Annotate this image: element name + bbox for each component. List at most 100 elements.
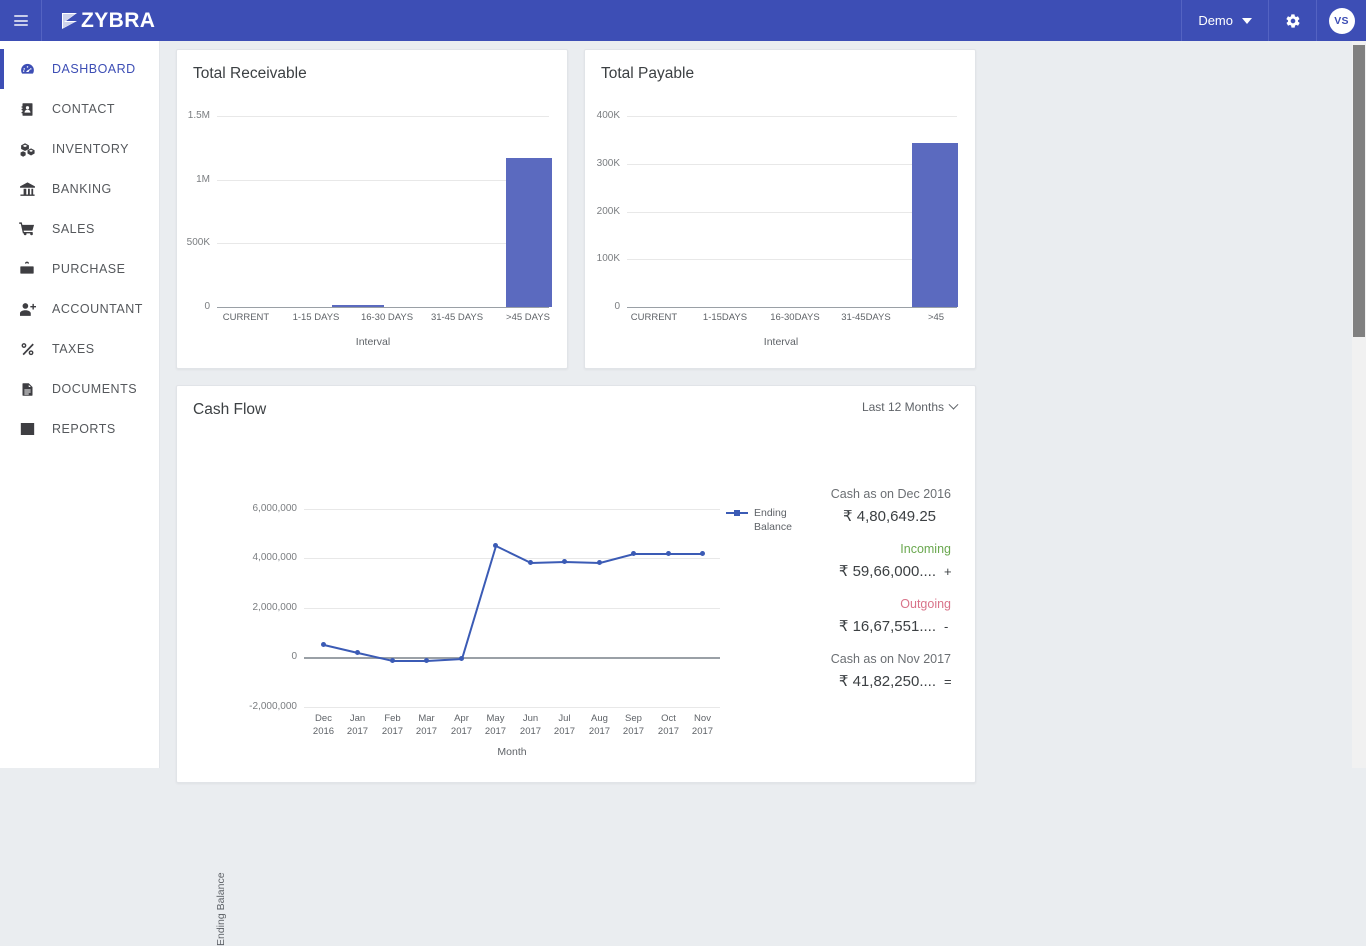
total-payable-card: Total Payable 400K 300K 200K 100K 0 CURR… xyxy=(584,49,976,369)
summary-operator: = xyxy=(944,674,951,689)
shopping-cart-icon xyxy=(16,221,38,238)
sidebar-navigation: DASHBOARD CONTACT INVENTORY BANKING SALE… xyxy=(0,41,160,768)
organization-name: Demo xyxy=(1198,13,1233,28)
gridline xyxy=(627,116,957,117)
data-point[interactable] xyxy=(390,658,395,663)
summary-operator: - xyxy=(944,619,951,634)
contact-book-icon xyxy=(16,101,38,118)
sidebar-item-label: DASHBOARD xyxy=(52,62,136,76)
data-point[interactable] xyxy=(666,551,671,556)
x-tick-label: 16-30DAYS xyxy=(762,312,828,323)
data-point[interactable] xyxy=(528,560,533,565)
briefcase-icon xyxy=(16,261,38,277)
data-point[interactable] xyxy=(321,642,326,647)
sidebar-item-dashboard[interactable]: DASHBOARD xyxy=(0,49,159,89)
topbar-actions: Demo VS xyxy=(1181,0,1366,41)
gridline xyxy=(627,212,957,213)
sidebar-item-accountant[interactable]: ACCOUNTANT xyxy=(0,289,159,329)
data-point[interactable] xyxy=(562,559,567,564)
total-payable-chart: 400K 300K 200K 100K 0 CURRENT 1-15DAYS 1… xyxy=(585,50,975,368)
summary-operator: + xyxy=(944,564,951,579)
dashboard-main-content: Total Receivable 1.5M 1M 500K 0 CURR xyxy=(160,41,1366,768)
x-axis-line xyxy=(217,307,549,308)
settings-button[interactable] xyxy=(1268,0,1316,41)
sidebar-item-inventory[interactable]: INVENTORY xyxy=(0,129,159,169)
y-tick-label: 300K xyxy=(585,158,620,169)
top-charts-row: Total Receivable 1.5M 1M 500K 0 CURR xyxy=(176,49,1350,369)
x-tick-label: 1-15 DAYS xyxy=(283,312,349,323)
x-tick-label: 1-15DAYS xyxy=(692,312,758,323)
sidebar-item-label: SALES xyxy=(52,222,95,236)
summary-caption: Cash as on Dec 2016 xyxy=(766,486,951,502)
bar-over-45-days[interactable] xyxy=(506,158,552,307)
y-tick-label: 0 xyxy=(585,301,620,312)
x-tick-label: 31-45 DAYS xyxy=(424,312,490,323)
user-plus-icon xyxy=(16,301,38,318)
y-tick-label: 500K xyxy=(177,237,210,248)
sidebar-item-sales[interactable]: SALES xyxy=(0,209,159,249)
y-tick-label: 1M xyxy=(177,174,210,185)
hamburger-menu-icon[interactable] xyxy=(0,0,41,41)
summary-caption: Outgoing xyxy=(766,596,951,612)
total-receivable-chart: 1.5M 1M 500K 0 CURRENT 1-15 DAYS 16-30 D… xyxy=(177,50,567,368)
y-tick-label: 200K xyxy=(585,206,620,217)
summary-amount: ₹ 16,67,551.... xyxy=(839,617,936,635)
x-tick-label: >45 xyxy=(903,312,969,323)
document-icon xyxy=(16,381,38,398)
x-axis-title: Interval xyxy=(585,336,977,348)
top-navigation-bar: ZYBRA Demo VS xyxy=(0,0,1366,41)
summary-incoming: Incoming ₹ 59,66,000.... + xyxy=(766,541,951,580)
app-logo-text: ZYBRA xyxy=(81,9,155,33)
summary-opening-balance: Cash as on Dec 2016 ₹ 4,80,649.25 xyxy=(766,486,951,525)
x-tick-year: 2017 xyxy=(680,726,725,737)
organization-switcher[interactable]: Demo xyxy=(1181,0,1268,41)
summary-outgoing: Outgoing ₹ 16,67,551.... - xyxy=(766,596,951,635)
data-point[interactable] xyxy=(597,560,602,565)
x-tick-label: >45 DAYS xyxy=(495,312,561,323)
percent-icon xyxy=(16,341,38,358)
sidebar-item-reports[interactable]: REPORTS xyxy=(0,409,159,449)
user-menu[interactable]: VS xyxy=(1316,0,1366,41)
bar-over-45[interactable] xyxy=(912,143,958,307)
data-point[interactable] xyxy=(424,658,429,663)
hamburger-icon xyxy=(14,13,28,29)
data-point[interactable] xyxy=(631,551,636,556)
summary-value-row: ₹ 41,82,250.... = xyxy=(766,672,951,690)
summary-value-row: ₹ 16,67,551.... - xyxy=(766,617,951,635)
data-point[interactable] xyxy=(459,656,464,661)
dashboard-icon xyxy=(16,61,38,78)
bank-icon xyxy=(16,181,38,198)
gridline xyxy=(217,180,549,181)
sidebar-item-taxes[interactable]: TAXES xyxy=(0,329,159,369)
page-scrollbar-thumb[interactable] xyxy=(1353,45,1365,337)
legend-marker-icon xyxy=(726,512,748,514)
data-point[interactable] xyxy=(355,650,360,655)
sidebar-item-purchase[interactable]: PURCHASE xyxy=(0,249,159,289)
sidebar-item-banking[interactable]: BANKING xyxy=(0,169,159,209)
summary-amount: ₹ 59,66,000.... xyxy=(839,562,936,580)
avatar: VS xyxy=(1329,8,1355,34)
gear-icon xyxy=(1285,13,1301,29)
gridline xyxy=(627,164,957,165)
sidebar-item-label: BANKING xyxy=(52,182,112,196)
y-axis-title: Ending Balance xyxy=(215,872,227,946)
cash-flow-card: Cash Flow Last 12 Months 6,000,000 4,000… xyxy=(176,385,976,783)
sidebar-item-label: PURCHASE xyxy=(52,262,125,276)
chevron-down-icon xyxy=(1242,18,1252,24)
zybra-logo-icon xyxy=(60,11,79,31)
data-point[interactable] xyxy=(493,543,498,548)
x-axis-title: Month xyxy=(304,746,720,758)
x-tick-label: Nov xyxy=(680,713,725,724)
summary-caption: Cash as on Nov 2017 xyxy=(766,651,951,667)
sidebar-item-documents[interactable]: DOCUMENTS xyxy=(0,369,159,409)
x-tick-label: 31-45DAYS xyxy=(833,312,899,323)
y-tick-label: 400K xyxy=(585,110,620,121)
x-tick-label: CURRENT xyxy=(621,312,687,323)
app-logo[interactable]: ZYBRA xyxy=(41,0,173,41)
summary-closing-balance: Cash as on Nov 2017 ₹ 41,82,250.... = xyxy=(766,651,951,690)
data-point[interactable] xyxy=(700,551,705,556)
y-tick-label: 0 xyxy=(177,301,210,312)
gridline xyxy=(217,243,549,244)
sidebar-item-contact[interactable]: CONTACT xyxy=(0,89,159,129)
bar-1-15-days[interactable] xyxy=(332,305,384,307)
